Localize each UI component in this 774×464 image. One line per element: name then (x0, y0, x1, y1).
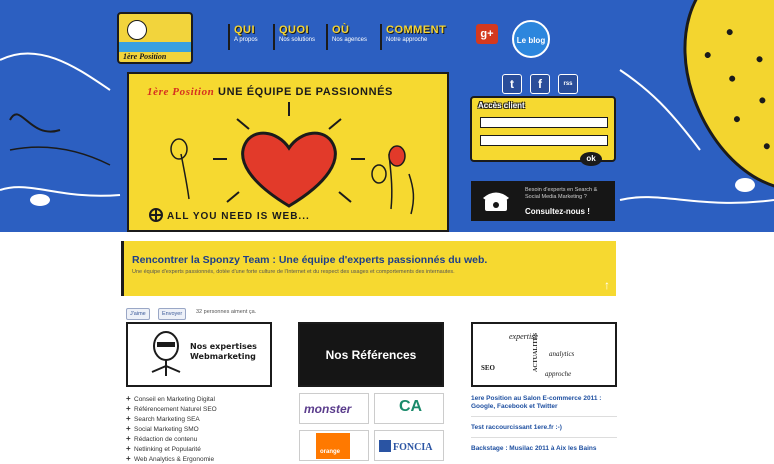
list-item[interactable]: + Web Analytics & Ergonomie (126, 454, 214, 463)
experts-question: Besoin d'experts en Search & Social Medi… (525, 187, 598, 200)
list-item[interactable]: + Rédaction de contenu (126, 434, 197, 443)
fb-like-button[interactable]: J'aime (126, 308, 150, 320)
character-icon (151, 331, 181, 376)
list-item[interactable]: + Social Marketing SMO (126, 424, 199, 433)
list-item[interactable]: + Search Marketing SEA (126, 414, 200, 423)
fb-send-button[interactable]: Envoyer (158, 308, 187, 320)
hero-panel: 1ère Position UNE ÉQUIPE DE PASSIONNÉS A… (127, 72, 449, 232)
hero-band: 1ère Position QUI A propos QUOI Nos solu… (0, 0, 774, 232)
client-password-input[interactable] (480, 135, 608, 146)
yellow-dotted-shape (657, 0, 774, 216)
google-plus-icon[interactable]: g+ (476, 24, 498, 44)
news-item[interactable]: Backstage : Musilac 2011 à Aix les Bains (471, 445, 617, 453)
arrow-up-icon[interactable]: ↑ (604, 278, 610, 292)
banner-text: Une équipe d'experts passionnés, dotée d… (132, 269, 455, 275)
target-icon (149, 208, 163, 222)
twitter-icon[interactable]: t (502, 74, 522, 94)
nav-item-quoi[interactable]: QUOI Nos solutions (273, 24, 315, 50)
ref-logo-foncia[interactable]: FONCIA (374, 430, 444, 461)
facebook-icon[interactable]: f (530, 74, 550, 94)
client-login-input[interactable] (480, 117, 608, 128)
rss-icon[interactable]: rss (558, 74, 578, 94)
card-news-cloud[interactable]: expertise analytics SEO approche ACTUALI… (471, 322, 617, 387)
news-item[interactable]: 1ere Position au Salon E-commerce 2011 :… (471, 395, 617, 411)
list-item[interactable]: + Référencement Naturel SEO (126, 404, 217, 413)
site-logo[interactable]: 1ère Position (117, 12, 193, 64)
card-references-title: Nos Références (325, 348, 417, 362)
ok-button[interactable]: ok (580, 152, 602, 166)
blog-button[interactable]: Le blog (512, 20, 550, 58)
list-item[interactable]: + Netlinking et Popularité (126, 444, 201, 453)
logo-text: 1ère Position (123, 52, 167, 61)
list-item[interactable]: + Conseil en Marketing Digital (126, 394, 215, 403)
client-access-label: Accès client (478, 101, 525, 110)
nav-item-qui[interactable]: QUI A propos (228, 24, 258, 50)
card-expertises-title: Nos expertises Webmarketing (190, 342, 257, 361)
experts-cta[interactable]: Consultez-nous ! (525, 207, 590, 216)
experts-box[interactable]: Besoin d'experts en Search & Social Medi… (471, 181, 615, 221)
nav-item-ou[interactable]: OÙ Nos agences (326, 24, 367, 50)
card-references[interactable]: Nos Références (298, 322, 444, 387)
news-item[interactable]: Test raccourcissant 1ere.fr :-) (471, 424, 617, 432)
ref-logo-monster[interactable]: monster (299, 393, 369, 424)
ref-logo-orange[interactable]: orange (299, 430, 369, 461)
nav-item-comment[interactable]: COMMENT Notre approche (380, 24, 446, 50)
hero-title: 1ère Position UNE ÉQUIPE DE PASSIONNÉS (147, 86, 393, 98)
card-expertises[interactable]: Nos expertises Webmarketing (126, 322, 272, 387)
fb-like-count: 32 personnes aiment ça. (196, 309, 257, 315)
ref-logo-credit-agricole[interactable]: CA (374, 393, 444, 424)
sun-icon (127, 20, 147, 40)
banner-heading[interactable]: Rencontrer la Sponzy Team : Une équipe d… (132, 254, 487, 266)
team-banner: Rencontrer la Sponzy Team : Une équipe d… (121, 241, 616, 296)
hero-tagline: ALL YOU NEED IS WEB... (167, 211, 310, 222)
phone-icon (483, 192, 509, 211)
